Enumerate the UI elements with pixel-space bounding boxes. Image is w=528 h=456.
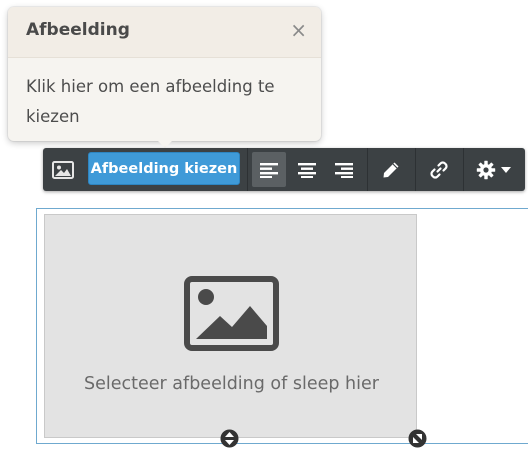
chevron-down-icon (500, 166, 511, 173)
toolbar-divider (415, 148, 416, 191)
align-left-icon (260, 162, 278, 178)
image-toolbar: Afbeelding kiezen (43, 148, 525, 191)
align-left-button[interactable] (252, 152, 286, 187)
align-center-button[interactable] (289, 148, 325, 191)
align-center-icon (298, 162, 316, 178)
resize-height-handle[interactable] (220, 429, 239, 448)
image-icon (184, 276, 279, 351)
align-right-button[interactable] (326, 148, 362, 191)
pencil-icon (383, 162, 399, 177)
image-placeholder[interactable]: Selecteer afbeelding of sleep hier (44, 214, 417, 438)
gear-icon (476, 160, 495, 179)
popover-body-text: Klik hier om een afbeelding te kiezen (26, 77, 275, 126)
link-icon (430, 160, 448, 179)
help-popover: Afbeelding × Klik hier om een afbeelding… (8, 7, 321, 148)
link-button[interactable] (420, 148, 458, 191)
popover-arrow (158, 141, 172, 148)
toolbar-divider (247, 148, 248, 191)
popover-header: Afbeelding × (8, 7, 321, 58)
image-icon (52, 160, 74, 179)
choose-image-button[interactable]: Afbeelding kiezen (88, 152, 240, 185)
toolbar-divider (367, 148, 368, 191)
editor-canvas: Afbeelding × Klik hier om een afbeelding… (0, 0, 528, 456)
toolbar-divider (463, 148, 464, 191)
image-type-button[interactable] (43, 148, 83, 191)
placeholder-text: Selecteer afbeelding of sleep hier (84, 374, 379, 394)
close-icon[interactable]: × (290, 18, 307, 42)
resize-corner-handle[interactable] (408, 429, 427, 448)
edit-button[interactable] (372, 148, 410, 191)
popover-title: Afbeelding (26, 20, 130, 40)
align-right-icon (335, 162, 353, 178)
settings-dropdown-button[interactable] (468, 148, 518, 191)
